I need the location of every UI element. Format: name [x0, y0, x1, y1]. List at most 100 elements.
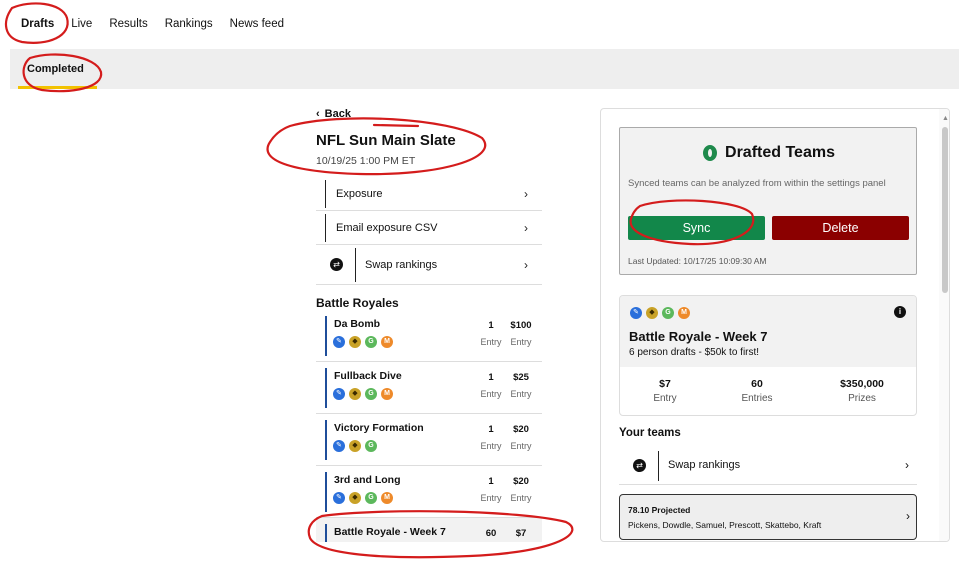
back-link[interactable]: ‹ Back — [316, 108, 351, 120]
entry-site-icons: ✎ ◆ G — [333, 440, 377, 452]
stat-value: $350,000 — [840, 378, 884, 390]
entry-count: 1 — [488, 372, 494, 383]
list-item[interactable]: Victory Formation ✎ ◆ G 1 Entry $20 Entr… — [316, 414, 542, 466]
shield-icon: ◆ — [349, 336, 361, 348]
menu-email-exposure-csv[interactable]: Email exposure CSV › — [316, 211, 542, 245]
list-item[interactable]: Da Bomb ✎ ◆ G M 1 Entry $100 Entry — [316, 310, 542, 362]
tab-news-feed[interactable]: News feed — [230, 18, 284, 30]
swap-icon: ⇄ — [633, 459, 646, 472]
chevron-left-icon: ‹ — [316, 108, 320, 120]
entry-fee-label: Entry — [510, 493, 532, 503]
tab-rankings[interactable]: Rankings — [165, 18, 213, 30]
tab-live[interactable]: Live — [71, 18, 92, 30]
team-players: Pickens, Dowdle, Samuel, Prescott, Skatt… — [628, 520, 822, 530]
logo-icon — [703, 145, 718, 161]
m-icon: M — [381, 492, 393, 504]
m-icon: M — [381, 336, 393, 348]
chevron-right-icon: › — [524, 257, 528, 272]
entry-accent-bar — [325, 420, 327, 460]
entry-name: Victory Formation — [334, 422, 424, 434]
list-item[interactable]: Battle Royale - Week 7 60 $7 — [316, 518, 542, 542]
drafted-teams-card: Drafted Teams Synced teams can be analyz… — [619, 127, 917, 275]
entry-site-icons: ✎ ◆ G M — [333, 388, 393, 400]
battle-royale-header: ✎ ◆ G M i Battle Royale - Week 7 6 perso… — [620, 296, 916, 367]
stat-prizes: $350,000 Prizes — [825, 378, 899, 404]
drafted-teams-description: Synced teams can be analyzed from within… — [628, 178, 886, 189]
entry-count: 1 — [488, 476, 494, 487]
g-icon: G — [365, 492, 377, 504]
stat-value: $7 — [659, 378, 671, 390]
your-teams-swap-rankings[interactable]: ⇄ Swap rankings › — [619, 447, 917, 485]
swap-rankings-label: Swap rankings — [668, 459, 741, 471]
entry-fee: $20 — [513, 424, 529, 435]
chevron-right-icon: › — [906, 509, 910, 523]
entry-fee-label: Entry — [510, 389, 532, 399]
entry-site-icons: ✎ ◆ G M — [333, 492, 393, 504]
divider — [355, 248, 356, 282]
entry-site-icons: ✎ ◆ G M — [333, 336, 393, 348]
menu-swap-rankings[interactable]: ⇄ Swap rankings › — [316, 245, 542, 285]
g-icon: G — [365, 388, 377, 400]
entry-name: Battle Royale - Week 7 — [334, 526, 446, 538]
team-projection: 78.10 Projected — [628, 505, 691, 515]
sync-button[interactable]: Sync — [628, 216, 765, 240]
entry-fee: $20 — [513, 476, 529, 487]
g-icon: G — [365, 440, 377, 452]
chevron-right-icon: › — [524, 186, 528, 201]
list-item[interactable]: 3rd and Long ✎ ◆ G M 1 Entry $20 Entry — [316, 466, 542, 518]
list-item[interactable]: Fullback Dive ✎ ◆ G M 1 Entry $25 Entry — [316, 362, 542, 414]
entry-count-label: Entry — [480, 337, 502, 347]
entry-accent-bar — [325, 524, 327, 542]
scrollbar-thumb[interactable] — [942, 127, 948, 293]
entry-count-label: Entry — [480, 389, 502, 399]
underdog-icon: ✎ — [333, 492, 345, 504]
entry-fee-label: Entry — [510, 441, 532, 451]
chevron-right-icon: › — [905, 458, 909, 472]
entry-fee: $7 — [515, 528, 527, 539]
m-icon: M — [381, 388, 393, 400]
entry-count: 60 — [485, 528, 497, 539]
entry-name: 3rd and Long — [334, 474, 401, 486]
battle-royale-subtitle: 6 person drafts - $50k to first! — [629, 347, 760, 358]
entry-fee: $25 — [513, 372, 529, 383]
stat-label: Prizes — [848, 393, 876, 404]
chevron-right-icon: › — [524, 220, 528, 235]
tab-completed[interactable]: Completed — [27, 63, 84, 75]
underdog-icon: ✎ — [333, 336, 345, 348]
entry-count: 1 — [488, 424, 494, 435]
g-icon: G — [365, 336, 377, 348]
menu-exposure-label: Exposure — [336, 187, 383, 200]
active-tab-indicator — [18, 86, 97, 89]
shield-icon: ◆ — [349, 388, 361, 400]
battle-royale-title: Battle Royale - Week 7 — [629, 329, 768, 344]
tab-results[interactable]: Results — [109, 18, 147, 30]
slate-title: NFL Sun Main Slate — [316, 132, 456, 149]
panel-scrollbar[interactable]: ▲ — [939, 109, 949, 541]
scroll-up-icon[interactable]: ▲ — [942, 115, 949, 122]
m-icon: M — [678, 307, 690, 319]
underdog-icon: ✎ — [333, 440, 345, 452]
entry-accent-bar — [325, 316, 327, 356]
entry-fee-label: Entry — [510, 337, 532, 347]
your-teams-heading: Your teams — [619, 427, 681, 439]
drafted-teams-title: Drafted Teams — [620, 144, 918, 162]
entry-count: 1 — [488, 320, 494, 331]
battle-royale-card[interactable]: ✎ ◆ G M i Battle Royale - Week 7 6 perso… — [619, 295, 917, 416]
entry-accent-bar — [325, 472, 327, 512]
top-nav: Drafts Live Results Rankings News feed — [0, 0, 959, 48]
tab-drafts[interactable]: Drafts — [21, 18, 54, 30]
entry-name: Fullback Dive — [334, 370, 402, 382]
menu-exposure[interactable]: Exposure › — [316, 177, 542, 211]
swap-icon: ⇄ — [330, 258, 343, 271]
info-icon[interactable]: i — [894, 306, 906, 318]
divider — [325, 214, 326, 242]
slate-datetime: 10/19/25 1:00 PM ET — [316, 155, 416, 167]
team-card[interactable]: 78.10 Projected Pickens, Dowdle, Samuel,… — [619, 494, 917, 540]
sub-nav: Completed — [10, 49, 959, 89]
shield-icon: ◆ — [646, 307, 658, 319]
stat-value: 60 — [751, 378, 763, 390]
entry-accent-bar — [325, 368, 327, 408]
entry-count-label: Entry — [480, 441, 502, 451]
divider — [325, 180, 326, 208]
delete-button[interactable]: Delete — [772, 216, 909, 240]
